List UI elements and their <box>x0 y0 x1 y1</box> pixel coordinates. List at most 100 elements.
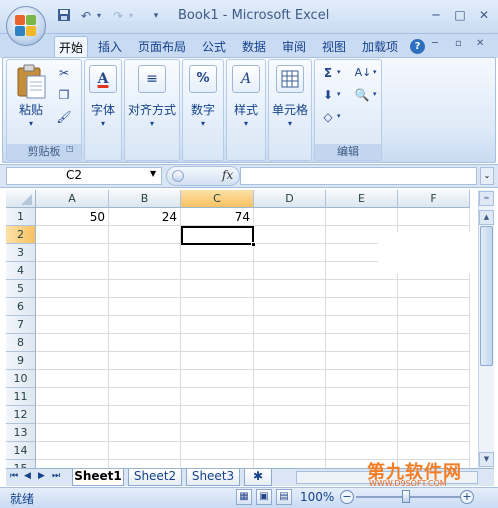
styles-dropdown-icon[interactable]: ▾ <box>226 119 266 128</box>
cell-d1[interactable] <box>254 208 326 226</box>
font-dropdown-icon[interactable]: ▾ <box>84 119 122 128</box>
cell-e6[interactable] <box>326 298 398 316</box>
row-header-12[interactable]: 12 <box>6 406 36 424</box>
cell-f1[interactable] <box>398 208 470 226</box>
column-header-d[interactable]: D <box>254 190 326 208</box>
autosum-dropdown-icon[interactable]: ▾ <box>337 68 341 76</box>
fill-dropdown-icon[interactable]: ▾ <box>337 90 341 98</box>
cell-c10[interactable] <box>181 370 254 388</box>
first-sheet-icon[interactable]: ⏮ <box>10 471 18 481</box>
alignment-label[interactable]: 对齐方式 <box>124 101 180 118</box>
cell-c15[interactable] <box>181 460 254 468</box>
name-box-dropdown-icon[interactable]: ▼ <box>150 169 156 178</box>
cell-a10[interactable] <box>36 370 109 388</box>
cell-b6[interactable] <box>109 298 181 316</box>
copy-icon[interactable]: ❐ <box>56 87 72 103</box>
row-header-9[interactable]: 9 <box>6 352 36 370</box>
cell-a4[interactable] <box>36 262 109 280</box>
cell-e9[interactable] <box>326 352 398 370</box>
row-header-7[interactable]: 7 <box>6 316 36 334</box>
cell-a3[interactable] <box>36 244 109 262</box>
cut-icon[interactable]: ✂ <box>56 65 72 81</box>
cell-a1[interactable]: 50 <box>36 208 109 226</box>
cell-d2[interactable] <box>254 226 326 244</box>
page-layout-view-icon[interactable]: ▣ <box>256 489 272 505</box>
sort-filter-dropdown-icon[interactable]: ▾ <box>373 68 377 76</box>
cell-b15[interactable] <box>109 460 181 468</box>
cell-f5[interactable] <box>398 280 470 298</box>
scroll-up-icon[interactable]: ▲ <box>479 210 494 225</box>
cell-a13[interactable] <box>36 424 109 442</box>
cell-a15[interactable] <box>36 460 109 468</box>
cell-f6[interactable] <box>398 298 470 316</box>
cell-a8[interactable] <box>36 334 109 352</box>
cell-b10[interactable] <box>109 370 181 388</box>
minimize-button[interactable]: ─ <box>426 6 446 24</box>
active-cell-outline[interactable] <box>181 226 254 245</box>
cell-a9[interactable] <box>36 352 109 370</box>
cells-label[interactable]: 单元格 <box>268 101 312 118</box>
customize-qat-icon[interactable]: ▾ <box>150 8 162 24</box>
cell-f7[interactable] <box>398 316 470 334</box>
formula-bar-grip-icon[interactable] <box>172 170 184 182</box>
sheet-tab-sheet2[interactable]: Sheet2 <box>128 469 182 486</box>
cell-e13[interactable] <box>326 424 398 442</box>
column-header-e[interactable]: E <box>326 190 398 208</box>
insert-sheet-icon[interactable]: ✱ <box>244 469 272 486</box>
tab-home[interactable]: 开始 <box>54 36 88 58</box>
cell-a14[interactable] <box>36 442 109 460</box>
cell-d12[interactable] <box>254 406 326 424</box>
cell-c3[interactable] <box>181 244 254 262</box>
cell-b13[interactable] <box>109 424 181 442</box>
cell-c8[interactable] <box>181 334 254 352</box>
tab-page-layout[interactable]: 页面布局 <box>134 36 190 58</box>
styles-icon[interactable]: A <box>232 65 260 93</box>
cell-e7[interactable] <box>326 316 398 334</box>
ribbon-minimize-icon[interactable]: ─ <box>432 38 438 49</box>
cell-a6[interactable] <box>36 298 109 316</box>
find-select-icon[interactable]: 🔍 <box>352 87 372 103</box>
tab-data[interactable]: 数据 <box>238 36 270 58</box>
cell-d14[interactable] <box>254 442 326 460</box>
format-painter-icon[interactable]: 🖌 <box>56 109 72 125</box>
row-header-15[interactable]: 15 <box>6 460 36 468</box>
ribbon-restore-icon[interactable]: ▫ <box>455 38 462 49</box>
cell-b1[interactable]: 24 <box>109 208 181 226</box>
normal-view-icon[interactable]: ▦ <box>236 489 252 505</box>
cell-a11[interactable] <box>36 388 109 406</box>
undo-dropdown-icon[interactable]: ▾ <box>94 8 104 24</box>
cell-e1[interactable] <box>326 208 398 226</box>
last-sheet-icon[interactable]: ⏭ <box>52 471 60 481</box>
tab-view[interactable]: 视图 <box>318 36 350 58</box>
cell-f12[interactable] <box>398 406 470 424</box>
cell-b11[interactable] <box>109 388 181 406</box>
cell-f11[interactable] <box>398 388 470 406</box>
tab-formulas[interactable]: 公式 <box>198 36 230 58</box>
cell-c9[interactable] <box>181 352 254 370</box>
cell-d5[interactable] <box>254 280 326 298</box>
cell-a5[interactable] <box>36 280 109 298</box>
tab-insert[interactable]: 插入 <box>94 36 126 58</box>
cell-b12[interactable] <box>109 406 181 424</box>
cell-e8[interactable] <box>326 334 398 352</box>
next-sheet-icon[interactable]: ▶ <box>38 471 45 481</box>
zoom-out-icon[interactable]: − <box>340 490 354 504</box>
cell-a7[interactable] <box>36 316 109 334</box>
redo-icon[interactable]: ↷ <box>110 8 126 24</box>
number-format-icon[interactable]: % <box>189 65 217 93</box>
cell-c4[interactable] <box>181 262 254 280</box>
expand-formula-bar-icon[interactable]: ⌄ <box>480 167 494 185</box>
autosum-icon[interactable]: Σ <box>320 65 336 81</box>
vertical-scroll-thumb[interactable] <box>480 226 493 366</box>
cell-c14[interactable] <box>181 442 254 460</box>
styles-label[interactable]: 样式 <box>226 101 266 118</box>
cell-d4[interactable] <box>254 262 326 280</box>
cell-f10[interactable] <box>398 370 470 388</box>
row-header-3[interactable]: 3 <box>6 244 36 262</box>
cell-b9[interactable] <box>109 352 181 370</box>
cell-a12[interactable] <box>36 406 109 424</box>
cell-c6[interactable] <box>181 298 254 316</box>
row-header-6[interactable]: 6 <box>6 298 36 316</box>
cell-f13[interactable] <box>398 424 470 442</box>
cell-c7[interactable] <box>181 316 254 334</box>
